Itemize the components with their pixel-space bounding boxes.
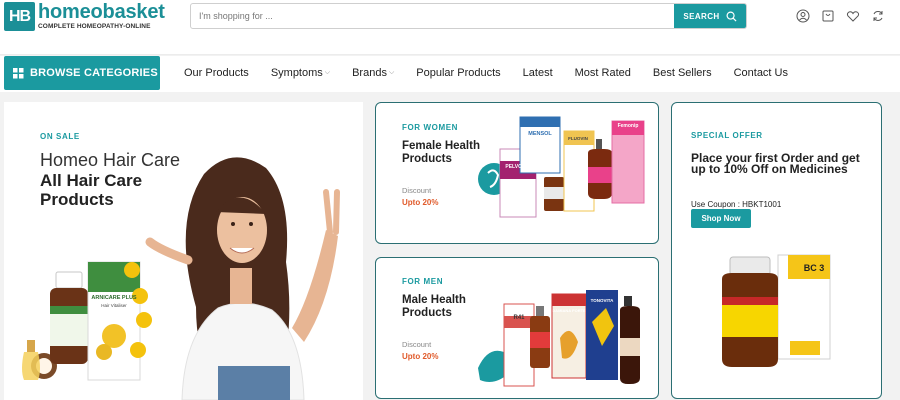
nav-links: Our Products Symptoms ⌵ Brands ⌵ Popular P… xyxy=(184,56,810,90)
men-product-tonovita: TONOVITA xyxy=(590,298,614,303)
logo-title: homeobasket xyxy=(38,1,165,24)
men-card-discount-value: Upto 20% xyxy=(402,352,439,361)
user-icon[interactable] xyxy=(796,9,810,23)
women-product-fluovin: FLUOVIN xyxy=(568,136,588,141)
offer-card-tag: SPECIAL OFFER xyxy=(691,131,763,140)
heart-icon[interactable] xyxy=(846,9,860,23)
hero-model-image xyxy=(22,157,340,400)
men-card-tag: FOR MEN xyxy=(402,277,444,286)
women-promo-card[interactable]: FOR WOMEN Female Health Products Discoun… xyxy=(375,102,659,244)
women-card-title: Female Health Products xyxy=(402,140,480,165)
nav-latest[interactable]: Latest xyxy=(523,67,553,79)
logo-text: homeobasket COMPLETE HOMEOPATHY-ONLINE xyxy=(38,2,165,31)
nav-link-label: Latest xyxy=(522,67,553,79)
chevron-down-icon: ⌵ xyxy=(388,69,395,76)
nav-our-products[interactable]: Our Products xyxy=(184,67,249,79)
chevron-down-icon: ⌵ xyxy=(324,69,331,76)
women-product-femonip: Femonip xyxy=(617,123,639,129)
women-product-mensol: MENSOL xyxy=(528,131,552,137)
hero-product-name: ARNICARE PLUS xyxy=(91,295,137,301)
search-button-label: SEARCH xyxy=(683,11,720,21)
browse-categories-label: BROWSE CATEGORIES xyxy=(30,67,158,79)
logo-mark: HB xyxy=(4,2,35,31)
nav-link-label: Popular Products xyxy=(416,67,501,79)
women-card-discount-label: Discount xyxy=(402,186,432,195)
search-icon xyxy=(726,11,737,22)
nav-link-label: Symptoms xyxy=(270,67,323,79)
nav-link-label: Best Sellers xyxy=(652,67,712,79)
header-actions xyxy=(796,9,885,23)
site-header: HB homeobasket COMPLETE HOMEOPATHY-ONLIN… xyxy=(0,0,900,55)
men-products-image xyxy=(478,290,640,387)
cart-icon[interactable] xyxy=(821,9,835,23)
nav-link-label: Our Products xyxy=(184,67,249,79)
search-bar: SEARCH xyxy=(190,3,747,29)
nav-link-label: Most Rated xyxy=(574,67,631,79)
main-nav: BROWSE CATEGORIES Our Products Symptoms ⌵… xyxy=(0,56,900,92)
nav-symptoms[interactable]: Symptoms ⌵ xyxy=(271,67,330,79)
women-card-discount-value: Upto 20% xyxy=(402,198,439,207)
grid-icon xyxy=(13,67,24,78)
refresh-icon[interactable] xyxy=(871,9,885,23)
nav-contact-us[interactable]: Contact Us xyxy=(734,67,788,79)
women-card-tag: FOR WOMEN xyxy=(402,123,459,132)
hero-product-subtitle: Hair Vitaliser xyxy=(101,303,127,308)
search-button[interactable]: SEARCH xyxy=(674,4,746,28)
site-logo[interactable]: HB homeobasket COMPLETE HOMEOPATHY-ONLIN… xyxy=(4,2,165,31)
logo-subtitle: COMPLETE HOMEOPATHY-ONLINE xyxy=(38,23,151,31)
hero-banner[interactable]: ON SALE Homeo Hair Care All Hair Care Pr… xyxy=(4,102,363,400)
men-product-r41: R41 xyxy=(513,315,525,321)
nav-link-label: Brands xyxy=(352,67,387,79)
nav-link-label: Contact Us xyxy=(733,67,788,79)
men-promo-card[interactable]: FOR MEN Male Health Products Discount Up… xyxy=(375,257,659,399)
browse-categories-button[interactable]: BROWSE CATEGORIES xyxy=(4,56,160,90)
men-product-damiana: DAMIANA FORTE xyxy=(552,308,586,313)
offer-card-title: Place your first Order and get up to 10%… xyxy=(691,151,860,176)
offer-product-name: BC 3 xyxy=(803,263,825,273)
nav-brands[interactable]: Brands ⌵ xyxy=(352,67,394,79)
women-product-pelvorin: PELVORIN xyxy=(505,164,531,170)
shop-now-button[interactable]: Shop Now xyxy=(691,209,751,228)
search-input[interactable] xyxy=(191,4,674,28)
nav-popular-products[interactable]: Popular Products xyxy=(416,67,500,79)
offer-coupon-text: Use Coupon : HBKT1001 xyxy=(691,200,782,209)
nav-most-rated[interactable]: Most Rated xyxy=(575,67,631,79)
nav-best-sellers[interactable]: Best Sellers xyxy=(653,67,712,79)
men-card-title: Male Health Products xyxy=(402,294,466,319)
special-offer-card[interactable]: SPECIAL OFFER Place your first Order and… xyxy=(671,102,882,399)
men-card-discount-label: Discount xyxy=(402,340,432,349)
